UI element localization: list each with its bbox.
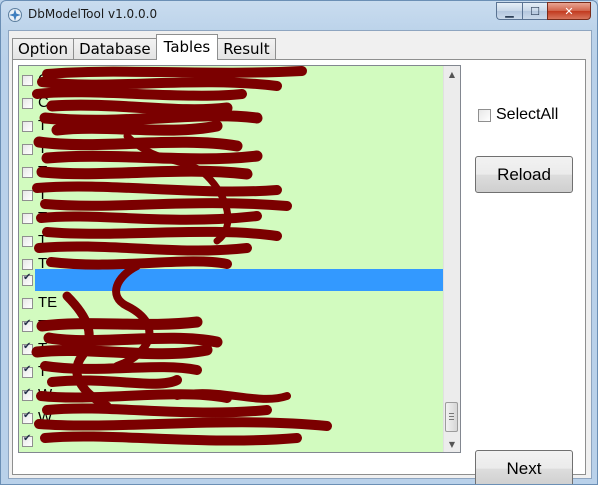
checkbox-icon[interactable]: [22, 189, 33, 201]
tab-database[interactable]: Database: [73, 38, 157, 60]
list-item[interactable]: W: [19, 384, 443, 406]
list-item[interactable]: T: [19, 338, 443, 360]
table-name: T: [38, 117, 48, 134]
table-name: TE: [38, 294, 58, 311]
checkbox-icon[interactable]: [22, 387, 33, 401]
checkbox-icon[interactable]: [22, 120, 33, 132]
reload-button[interactable]: Reload: [475, 156, 573, 193]
checkbox-icon[interactable]: [22, 364, 33, 378]
minimize-icon: ▁: [505, 4, 514, 18]
table-name: T: [38, 340, 48, 357]
list-item[interactable]: T: [19, 161, 443, 183]
grip-line: [449, 413, 454, 414]
checkbox-icon[interactable]: [22, 318, 33, 332]
list-item[interactable]: T: [19, 115, 443, 137]
list-scrollbar[interactable]: ▲ ▼: [443, 66, 460, 452]
app-icon: [8, 8, 22, 22]
minimize-button[interactable]: ▁: [496, 2, 522, 20]
table-name: [35, 269, 443, 291]
list-item[interactable]: C: [19, 69, 443, 91]
scroll-thumb[interactable]: [445, 402, 458, 432]
maximize-button[interactable]: ☐: [522, 2, 547, 20]
next-button[interactable]: Next: [475, 450, 573, 484]
grip-line: [449, 419, 454, 420]
scroll-up-arrow-icon[interactable]: ▲: [444, 66, 460, 82]
grip-line: [449, 416, 454, 417]
scroll-down-arrow-icon[interactable]: ▼: [444, 436, 460, 452]
select-all-label: SelectAll: [496, 106, 559, 123]
maximize-icon: ☐: [530, 4, 540, 18]
caption-buttons: ▁ ☐ ✕: [496, 2, 591, 22]
table-name: T: [38, 209, 48, 226]
checkbox-icon[interactable]: [22, 74, 33, 86]
checkbox-icon[interactable]: [478, 108, 491, 122]
list-item[interactable]: T: [19, 230, 443, 252]
table-name: T: [38, 363, 48, 380]
checkbox-icon[interactable]: [22, 143, 33, 155]
app-window: DbModelTool v1.0.0.0 ▁ ☐ ✕ Option Databa…: [0, 0, 598, 485]
table-name: C: [38, 71, 49, 88]
list-item[interactable]: T: [19, 138, 443, 160]
tables-panel: CCTTTTTTTTETTTWW: [12, 59, 586, 484]
checkbox-icon[interactable]: [22, 97, 33, 109]
checkbox-icon[interactable]: [22, 410, 33, 424]
checkbox-icon[interactable]: [22, 341, 33, 355]
table-name: T: [38, 317, 48, 334]
list-item[interactable]: T: [19, 184, 443, 206]
window-title: DbModelTool v1.0.0.0: [28, 7, 158, 21]
list-item[interactable]: T: [19, 315, 443, 337]
checkbox-icon[interactable]: [22, 235, 33, 247]
checkbox-icon[interactable]: [22, 212, 33, 224]
table-name: [35, 430, 443, 452]
tab-result[interactable]: Result: [217, 38, 276, 60]
tab-strip: Option Database Tables Result: [12, 34, 276, 60]
table-name: W: [38, 386, 53, 403]
checkbox-icon[interactable]: [22, 166, 33, 178]
table-name: T: [38, 186, 48, 203]
list-item[interactable]: W: [19, 407, 443, 429]
table-name: C: [38, 94, 49, 111]
table-name: W: [38, 409, 53, 426]
close-icon: ✕: [564, 4, 574, 18]
table-checklist[interactable]: CCTTTTTTTTETTTWW: [18, 65, 461, 453]
table-name: T: [38, 163, 48, 180]
checkbox-icon[interactable]: [22, 297, 33, 309]
list-item[interactable]: [19, 269, 443, 291]
list-item[interactable]: C: [19, 92, 443, 114]
table-name: T: [38, 232, 48, 249]
checkbox-icon[interactable]: [22, 433, 33, 447]
list-item[interactable]: T: [19, 207, 443, 229]
checkbox-icon[interactable]: [22, 272, 33, 286]
list-item[interactable]: TE: [19, 292, 443, 314]
client-area: Option Database Tables Result CCTTTTTTTT…: [8, 30, 592, 484]
tab-option[interactable]: Option: [12, 38, 75, 60]
list-item[interactable]: [19, 430, 443, 452]
close-button[interactable]: ✕: [547, 2, 591, 20]
list-item[interactable]: T: [19, 361, 443, 383]
tab-tables[interactable]: Tables: [155, 34, 219, 60]
select-all-checkbox[interactable]: SelectAll: [478, 106, 558, 124]
title-bar[interactable]: DbModelTool v1.0.0.0 ▁ ☐ ✕: [1, 1, 597, 29]
checkbox-icon[interactable]: [22, 258, 33, 270]
table-name: T: [38, 140, 48, 157]
